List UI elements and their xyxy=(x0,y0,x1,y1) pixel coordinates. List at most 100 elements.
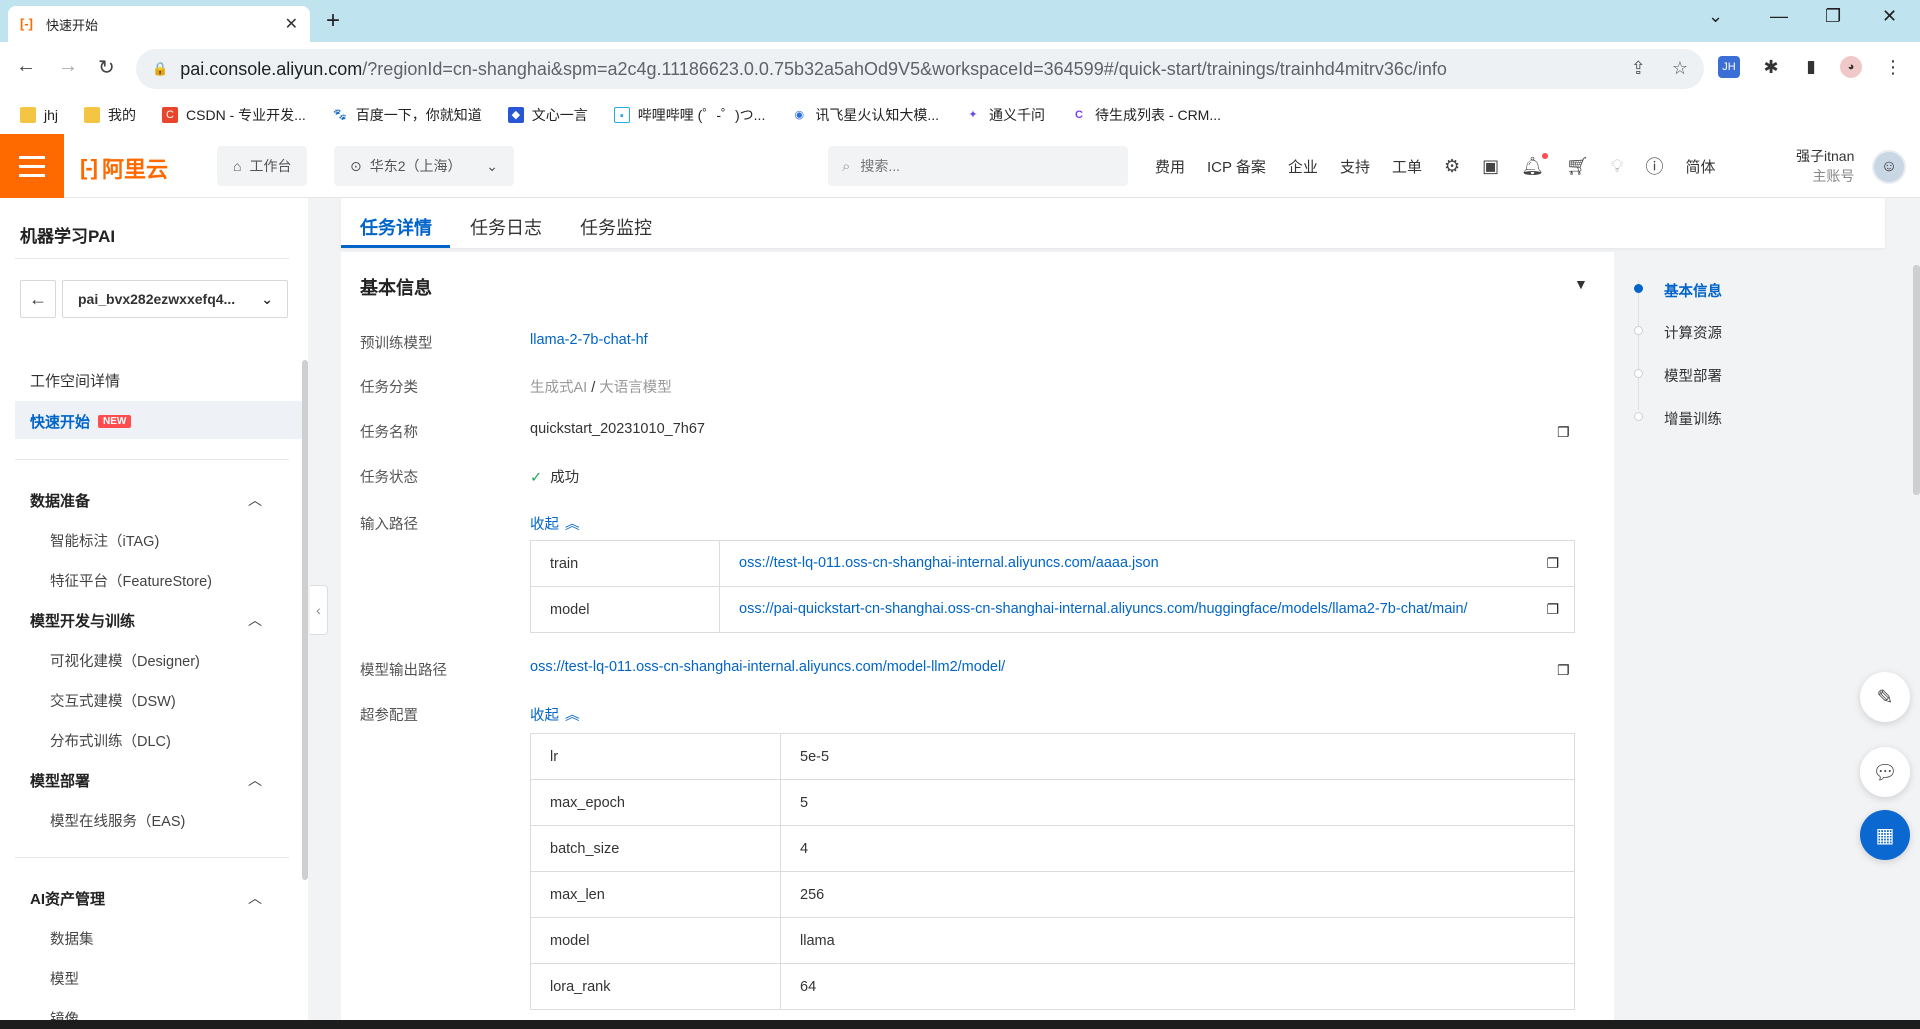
lightbulb-icon[interactable]: 💡︎ xyxy=(1611,156,1624,177)
input-value[interactable]: oss://pai-quickstart-cn-shanghai.oss-cn-… xyxy=(719,586,1575,633)
caret-down-icon[interactable]: ▼ xyxy=(1574,276,1588,292)
pretrained-model-link[interactable]: llama-2-7b-chat-hf xyxy=(530,332,648,348)
copy-icon[interactable]: ❐ xyxy=(1557,424,1570,441)
sidebar-item-dlc[interactable]: 分布式训练（DLC) xyxy=(50,730,171,751)
sidebar-item-dsw[interactable]: 交互式建模（DSW) xyxy=(50,690,176,711)
xunfei-icon: ◉ xyxy=(791,107,808,123)
bookmark-item[interactable]: 我的 xyxy=(84,105,136,125)
anchor-incremental[interactable]: 增量训练 xyxy=(1664,408,1722,429)
nav-ticket[interactable]: 工单 xyxy=(1392,156,1422,177)
tab-task-monitor[interactable]: 任务监控 xyxy=(580,214,652,240)
sidebar-group-deploy[interactable]: 模型部署 xyxy=(30,770,90,791)
bookmark-item[interactable]: 🐾 百度一下，你就知道 xyxy=(331,105,482,125)
sidebar-scrollbar[interactable] xyxy=(302,360,308,880)
bookmark-item[interactable]: ◆ 文心一言 xyxy=(507,105,588,125)
side-panel-icon[interactable]: ▮ xyxy=(1800,56,1822,78)
back-icon[interactable]: ← xyxy=(16,55,36,78)
bookmark-item[interactable]: C CSDN - 专业开发... xyxy=(162,105,306,125)
anchor-deploy[interactable]: 模型部署 xyxy=(1664,365,1722,386)
folder-icon xyxy=(20,107,36,123)
sidebar-item-workspace-detail[interactable]: 工作空间详情 xyxy=(30,370,120,391)
bookmark-item[interactable]: jhj xyxy=(20,107,58,123)
bookmark-item[interactable]: ▪ 哔哩哔哩 (゜-゜)つ... xyxy=(613,105,765,125)
region-select[interactable]: ⊙ 华东2（上海） ⌄ xyxy=(334,146,514,186)
aliyun-logo[interactable]: [-] 阿里云 xyxy=(80,152,168,184)
chevron-up-icon[interactable]: ︿ xyxy=(248,770,262,790)
tab-search-icon[interactable]: ⌄ xyxy=(1708,6,1723,27)
sidebar-item-itag[interactable]: 智能标注（iTAG) xyxy=(50,530,159,551)
chevron-up-icon[interactable]: ︿ xyxy=(248,888,262,908)
nav-billing[interactable]: 费用 xyxy=(1155,156,1185,177)
puzzle-extensions-icon[interactable]: ✱ xyxy=(1760,56,1782,78)
jh-extension-icon[interactable]: JH xyxy=(1718,56,1740,78)
nav-support[interactable]: 支持 xyxy=(1340,156,1370,177)
copy-icon[interactable]: ❐ xyxy=(1557,662,1570,679)
sidebar-item-featurestore[interactable]: 特征平台（FeatureStore) xyxy=(50,570,212,591)
chevron-up-icon[interactable]: ︿ xyxy=(248,610,262,630)
menu-hamburger-icon[interactable] xyxy=(0,134,64,198)
sidebar-group-ai-assets[interactable]: AI资产管理 xyxy=(30,888,105,909)
terminal-icon[interactable]: ▣ xyxy=(1482,156,1499,177)
copy-icon[interactable]: ❐ xyxy=(1546,555,1559,572)
tab-task-detail[interactable]: 任务详情 xyxy=(360,214,432,240)
bookmark-item[interactable]: ◉ 讯飞星火认知大模... xyxy=(791,105,939,125)
search-box[interactable]: ⌕ xyxy=(828,146,1128,186)
chevron-up-icon[interactable]: ︿ xyxy=(248,490,262,510)
browser-tab[interactable]: [-] 快速开始 ✕ xyxy=(8,6,310,42)
workspace-select[interactable]: pai_bvx282ezwxxefq4... ⌄ xyxy=(62,280,288,318)
table-row: max_epoch 5 xyxy=(530,779,1575,826)
copy-icon[interactable]: ❐ xyxy=(1546,601,1559,618)
bookmark-item[interactable]: ✦ 通义千问 xyxy=(965,105,1045,125)
sidebar-item-designer[interactable]: 可视化建模（Designer) xyxy=(50,650,200,671)
tab-task-log[interactable]: 任务日志 xyxy=(470,214,542,240)
nav-icp[interactable]: ICP 备案 xyxy=(1207,156,1266,177)
anchor-basic-info[interactable]: 基本信息 xyxy=(1664,280,1722,301)
output-path-link[interactable]: oss://test-lq-011.oss-cn-shanghai-intern… xyxy=(530,659,1005,675)
close-window-icon[interactable]: ✕ xyxy=(1882,6,1897,27)
workbench-button[interactable]: ⌂ 工作台 xyxy=(217,146,308,186)
tab-close-icon[interactable]: ✕ xyxy=(285,14,298,34)
input-value[interactable]: oss://test-lq-011.oss-cn-shanghai-intern… xyxy=(719,540,1575,587)
omnibox[interactable]: 🔒 pai.console.aliyun.com/?regionId=cn-sh… xyxy=(136,49,1704,89)
bookmark-star-icon[interactable]: ☆ xyxy=(1672,58,1688,79)
minimize-icon[interactable]: — xyxy=(1770,6,1788,27)
url-text[interactable]: pai.console.aliyun.com/?regionId=cn-shan… xyxy=(180,59,1447,80)
sidebar-item-models[interactable]: 模型 xyxy=(50,968,79,989)
restore-icon[interactable]: ❐ xyxy=(1825,6,1841,27)
table-row: max_len 256 xyxy=(530,871,1575,918)
reload-icon[interactable]: ↻ xyxy=(98,55,115,80)
aliyun-favicon-icon: [-] xyxy=(20,16,33,31)
language-switch[interactable]: 简体 xyxy=(1685,156,1715,177)
bell-icon[interactable]: 🔔︎ xyxy=(1521,152,1548,177)
api-icon[interactable]: ⚙ xyxy=(1444,156,1460,177)
collapse-hyper-toggle[interactable]: 收起 ︽ xyxy=(530,704,580,725)
sidebar-item-quick-start[interactable]: 快速开始 NEW xyxy=(30,411,132,432)
help-icon[interactable]: ⓘ xyxy=(1645,153,1663,179)
sidebar-item-eas[interactable]: 模型在线服务（EAS) xyxy=(50,810,185,831)
sidebar-item-datasets[interactable]: 数据集 xyxy=(50,928,94,949)
menu-kebab-icon[interactable]: ⋮ xyxy=(1882,56,1904,78)
nav-enterprise[interactable]: 企业 xyxy=(1288,156,1318,177)
apps-button[interactable]: ▦ xyxy=(1860,810,1910,860)
profile-icon[interactable]: ◕ xyxy=(1840,56,1862,78)
avatar[interactable]: ☺ xyxy=(1872,150,1906,184)
sidebar-collapse-handle[interactable]: ‹ xyxy=(310,585,328,635)
chat-button[interactable]: 💬︎ xyxy=(1860,747,1910,797)
sidebar-group-data-prep[interactable]: 数据准备 xyxy=(30,490,90,511)
collapse-input-toggle[interactable]: 收起 ︽ xyxy=(530,513,580,534)
check-icon: ✓ xyxy=(530,470,543,486)
top-nav: 费用 ICP 备案 企业 支持 工单 ⚙ ▣ 🔔︎ 🛒︎ 💡︎ ⓘ 简体 xyxy=(1155,134,1715,198)
user-info[interactable]: 强子itnan 主账号 xyxy=(1796,146,1854,186)
back-arrow-button[interactable]: ← xyxy=(20,280,56,318)
edit-feedback-button[interactable]: ✎ xyxy=(1860,672,1910,722)
sidebar-group-model-dev[interactable]: 模型开发与训练 xyxy=(30,610,135,631)
cart-icon[interactable]: 🛒︎ xyxy=(1566,156,1589,177)
forward-icon[interactable]: → xyxy=(58,55,78,78)
page-scrollbar[interactable] xyxy=(1913,265,1920,495)
new-tab-icon[interactable]: + xyxy=(326,8,340,34)
anchor-compute[interactable]: 计算资源 xyxy=(1664,322,1722,343)
bookmark-item[interactable]: C 待生成列表 - CRM... xyxy=(1071,105,1221,125)
share-icon[interactable]: ⇪ xyxy=(1631,58,1646,79)
search-input[interactable] xyxy=(860,158,1091,174)
param-value: 4 xyxy=(780,825,1575,872)
